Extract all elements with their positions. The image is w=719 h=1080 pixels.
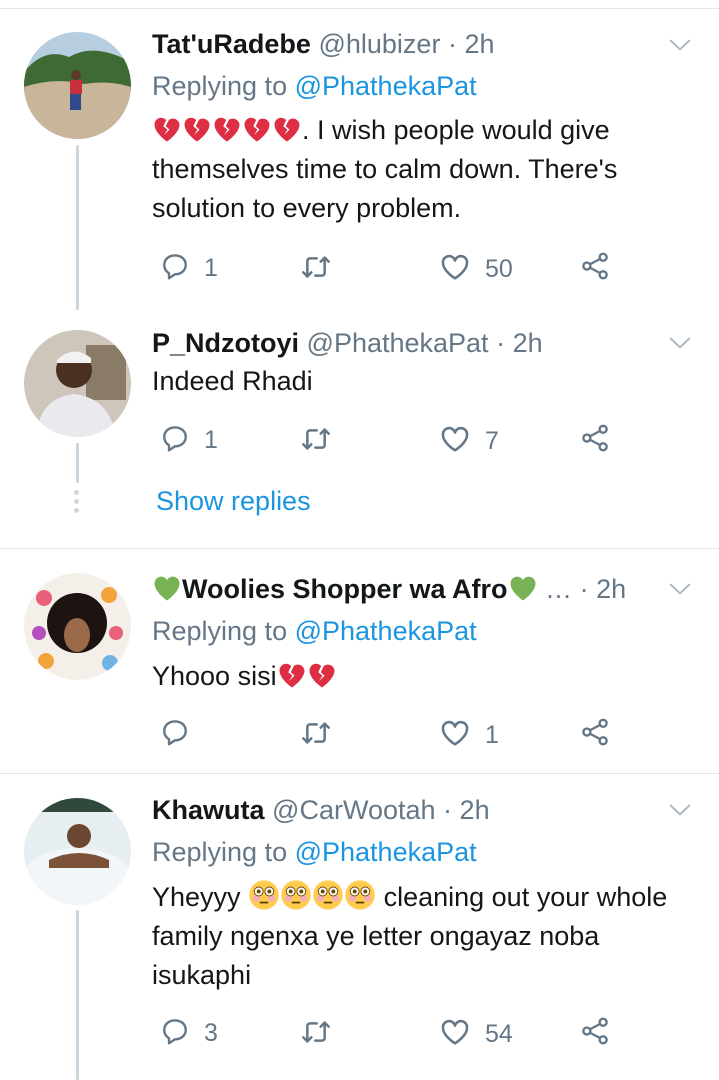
- replying-to: Replying to @PhathekaPat: [152, 615, 477, 647]
- like-count: 1: [485, 721, 499, 749]
- thread-dots: [74, 490, 79, 517]
- green-heart-emoji: [508, 574, 538, 604]
- username[interactable]: @PhathekaPat: [307, 328, 489, 358]
- retweet-icon: [300, 717, 332, 754]
- show-replies-link[interactable]: Show replies: [156, 486, 311, 517]
- divider: [0, 548, 719, 549]
- tweet-header: P_Ndzotoyi @PhathekaPat · 2h: [152, 327, 543, 359]
- retweet-button[interactable]: [300, 717, 332, 754]
- replying-to-label: Replying to: [152, 837, 288, 867]
- chevron-down-icon[interactable]: [667, 330, 693, 361]
- separator: ·: [443, 795, 453, 825]
- reply-button[interactable]: [160, 717, 190, 752]
- divider: [0, 8, 719, 9]
- tweet-body: Yhooo sisi: [152, 661, 277, 691]
- chevron-down-icon[interactable]: [667, 576, 693, 607]
- separator: ·: [579, 574, 589, 604]
- broken-heart-emoji: [152, 115, 302, 145]
- timestamp[interactable]: 2h: [460, 795, 490, 825]
- replying-to-label: Replying to: [152, 71, 288, 101]
- reply-button[interactable]: 1: [160, 251, 218, 286]
- like-button[interactable]: 1: [439, 717, 499, 754]
- chevron-down-icon[interactable]: [667, 797, 693, 828]
- like-icon: [439, 1016, 471, 1053]
- retweet-icon: [300, 423, 332, 460]
- share-button[interactable]: [580, 423, 610, 458]
- display-name[interactable]: P_Ndzotoyi: [152, 328, 299, 358]
- retweet-icon: [300, 251, 332, 288]
- tweet-text: Yhooo sisi: [152, 657, 692, 696]
- share-icon: [580, 1016, 610, 1051]
- broken-heart-emoji: [277, 661, 337, 691]
- like-icon: [439, 251, 471, 288]
- reply-icon: [160, 423, 190, 458]
- like-icon: [439, 717, 471, 754]
- tweet-text: Indeed Rhadi: [152, 366, 313, 396]
- reply-icon: [160, 717, 190, 752]
- mention-link[interactable]: @PhathekaPat: [295, 616, 477, 646]
- avatar[interactable]: [24, 573, 131, 680]
- thread-line: [76, 145, 79, 310]
- timestamp[interactable]: 2h: [513, 328, 543, 358]
- replying-to: Replying to @PhathekaPat: [152, 836, 477, 868]
- retweet-button[interactable]: [300, 251, 332, 288]
- like-count: 50: [485, 255, 513, 283]
- reply-icon: [160, 251, 190, 286]
- share-button[interactable]: [580, 251, 610, 286]
- username[interactable]: …: [545, 574, 572, 604]
- retweet-button[interactable]: [300, 423, 332, 460]
- reply-count: 3: [204, 1019, 218, 1047]
- timestamp[interactable]: 2h: [464, 29, 494, 59]
- mention-link[interactable]: @PhathekaPat: [295, 71, 477, 101]
- thread-line: [76, 910, 79, 1080]
- replying-to: Replying to @PhathekaPat: [152, 70, 477, 102]
- display-name[interactable]: Khawuta: [152, 795, 265, 825]
- tweet-text: . I wish people would give themselves ti…: [152, 111, 692, 228]
- separator: ·: [447, 29, 457, 59]
- thread-line: [76, 443, 79, 483]
- display-name[interactable]: Woolies Shopper wa Afro: [182, 574, 508, 604]
- reply-count: 1: [204, 254, 218, 282]
- like-button[interactable]: 50: [439, 251, 513, 288]
- like-button[interactable]: 54: [439, 1016, 513, 1053]
- replying-to-label: Replying to: [152, 616, 288, 646]
- reply-icon: [160, 1016, 190, 1051]
- flushed-face-emoji: [248, 882, 376, 912]
- like-icon: [439, 423, 471, 460]
- tweet-body-start: Yheyyy: [152, 882, 241, 912]
- share-icon: [580, 423, 610, 458]
- like-count: 54: [485, 1020, 513, 1048]
- username[interactable]: @hlubizer: [318, 29, 440, 59]
- like-count: 7: [485, 427, 499, 455]
- mention-link[interactable]: @PhathekaPat: [295, 837, 477, 867]
- avatar[interactable]: [24, 32, 131, 139]
- share-icon: [580, 251, 610, 286]
- reply-button[interactable]: 3: [160, 1016, 218, 1051]
- tweet-text: Yheyyy cleaning out your whole family ng…: [152, 878, 692, 995]
- share-button[interactable]: [580, 717, 610, 752]
- share-icon: [580, 717, 610, 752]
- username[interactable]: @CarWootah: [272, 795, 435, 825]
- tweet-header: Khawuta @CarWootah · 2h: [152, 794, 490, 826]
- reply-count: 1: [204, 426, 218, 454]
- green-heart-emoji: [152, 574, 182, 604]
- separator: ·: [496, 328, 506, 358]
- share-button[interactable]: [580, 1016, 610, 1051]
- retweet-icon: [300, 1016, 332, 1053]
- like-button[interactable]: 7: [439, 423, 499, 460]
- timestamp[interactable]: 2h: [596, 574, 626, 604]
- divider: [0, 773, 719, 774]
- chevron-down-icon[interactable]: [667, 32, 693, 63]
- display-name[interactable]: Tat'uRadebe: [152, 29, 311, 59]
- reply-button[interactable]: 1: [160, 423, 218, 458]
- avatar[interactable]: [24, 798, 131, 905]
- tweet-header: Tat'uRadebe @hlubizer · 2h: [152, 28, 495, 60]
- avatar[interactable]: [24, 330, 131, 437]
- retweet-button[interactable]: [300, 1016, 332, 1053]
- tweet-header: Woolies Shopper wa Afro … · 2h: [152, 573, 626, 605]
